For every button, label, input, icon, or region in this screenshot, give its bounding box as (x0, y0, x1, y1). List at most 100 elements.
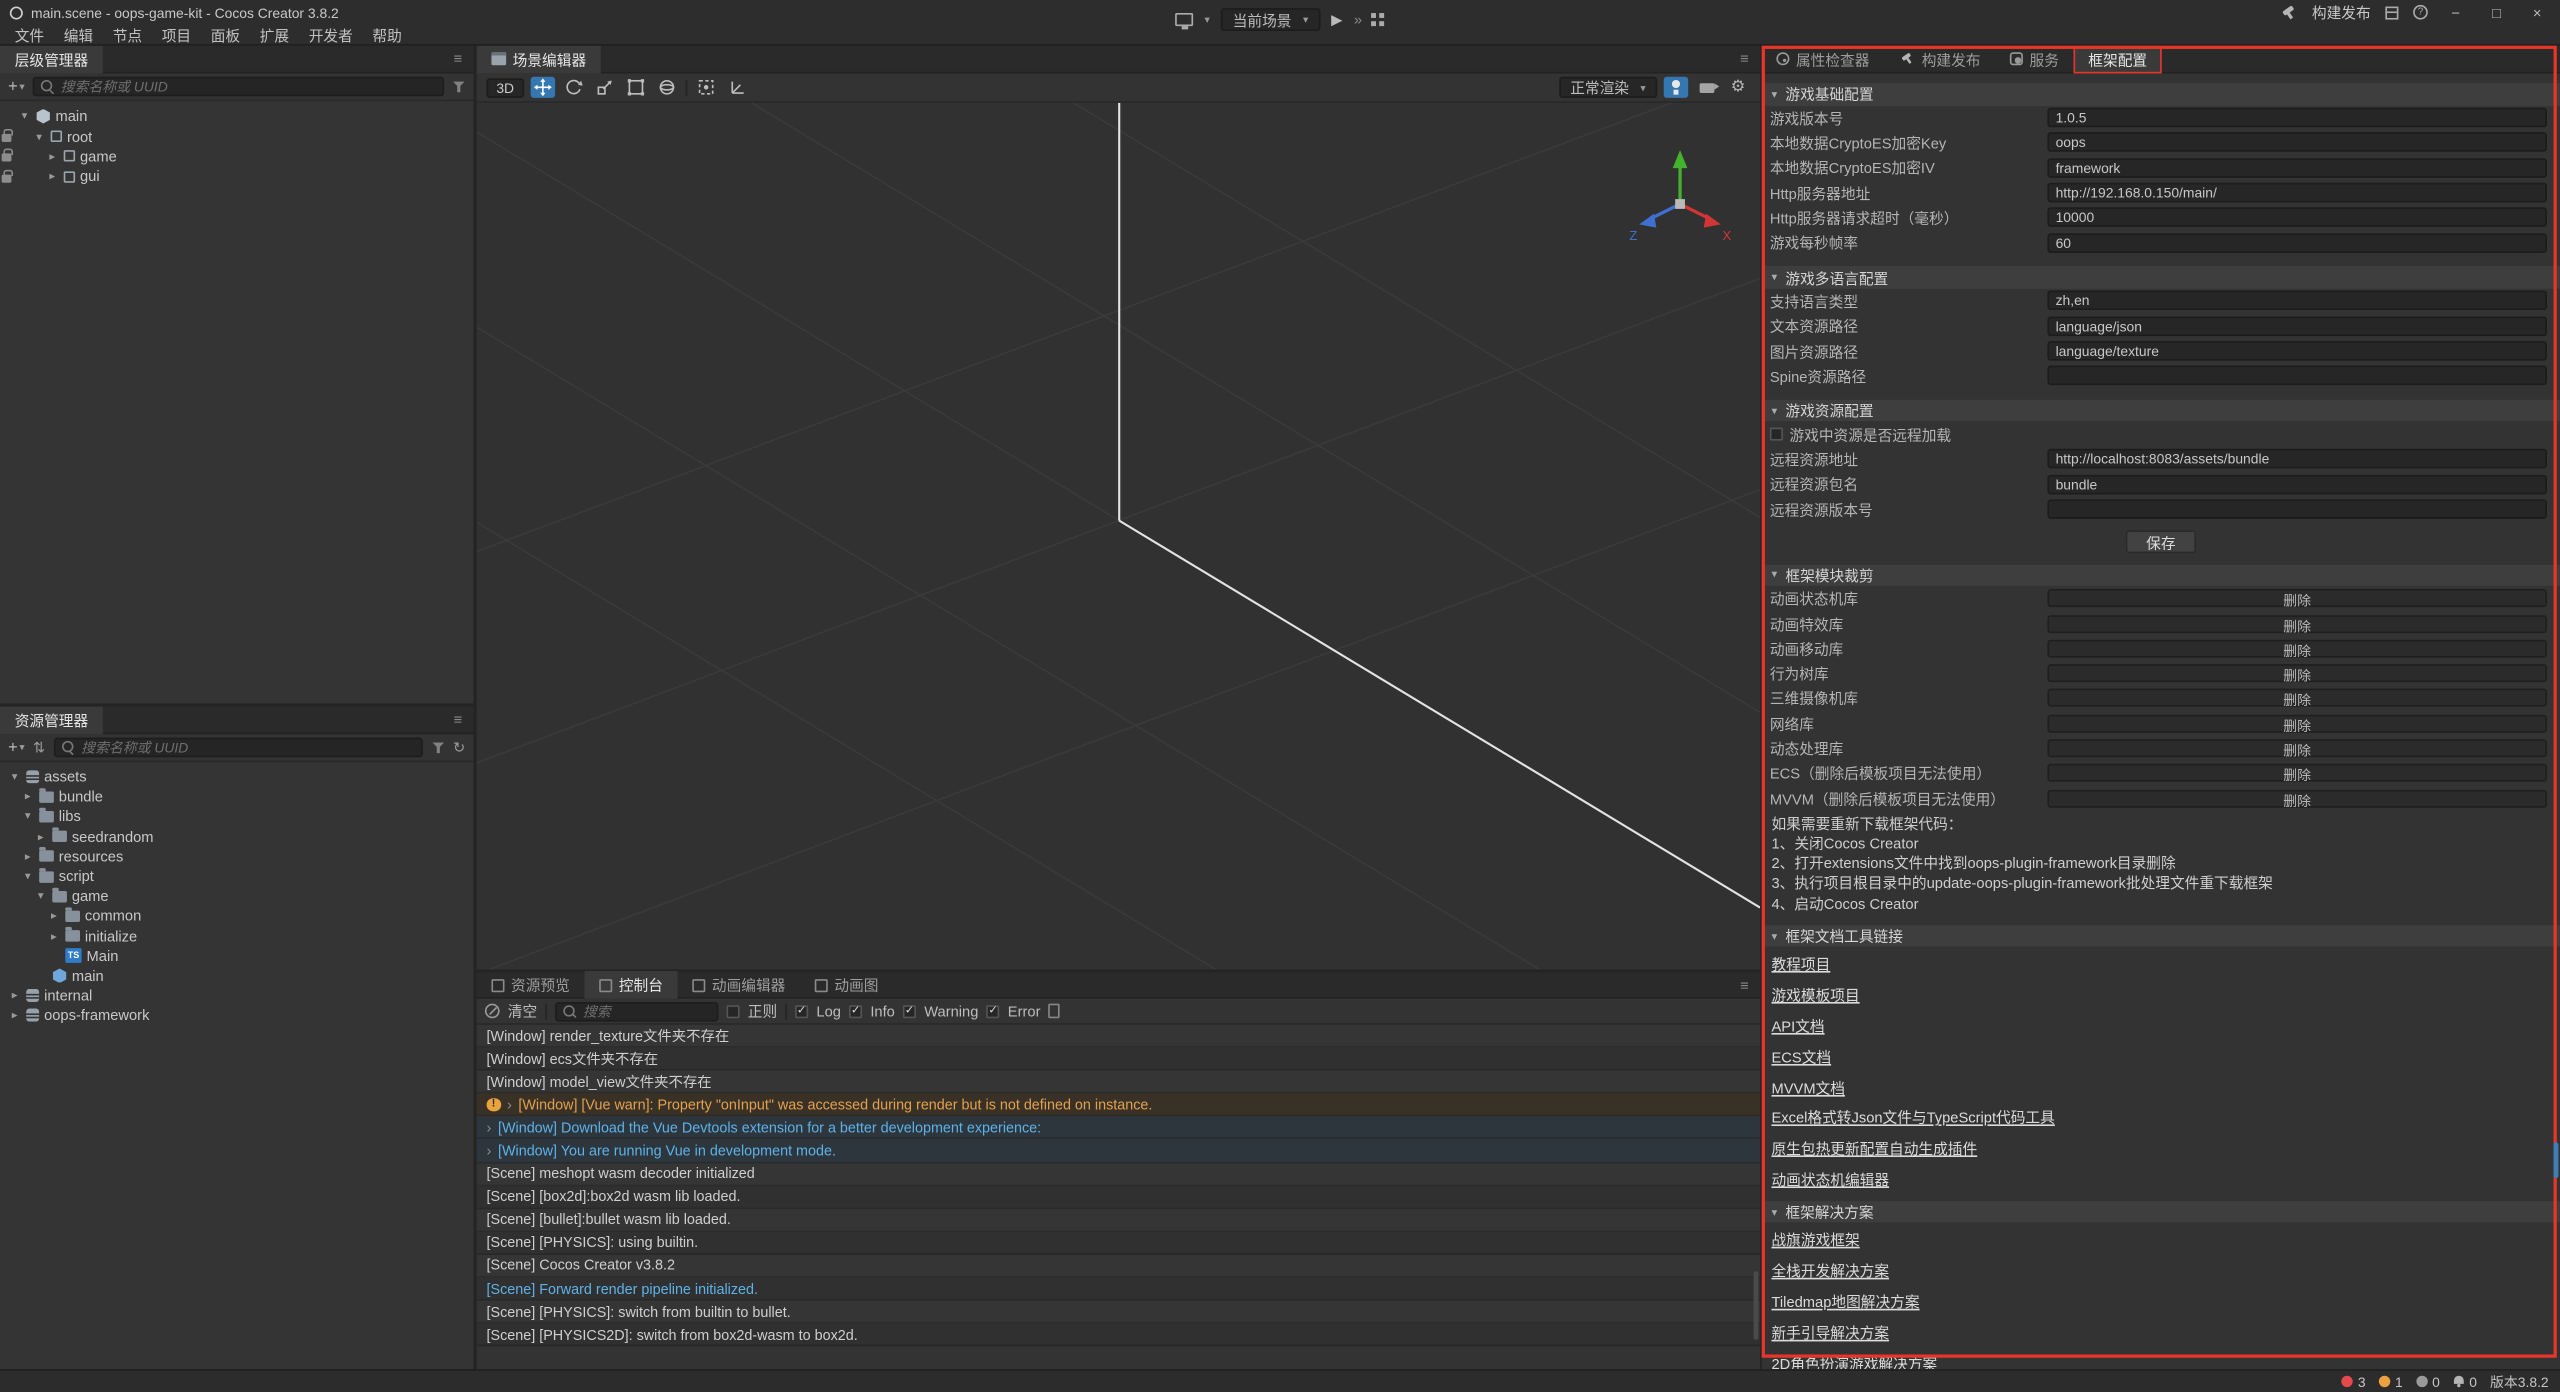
rect-tool-button[interactable] (623, 77, 647, 98)
menu-item-edit[interactable]: 编辑 (54, 24, 103, 45)
build-publish-button[interactable]: 构建发布 (2312, 2, 2371, 23)
package-icon[interactable] (2385, 6, 2398, 19)
section-basic-config[interactable]: ▾ 游戏基础配置 (1762, 83, 2560, 105)
help-icon[interactable]: ? (2413, 5, 2428, 20)
regex-checkbox[interactable] (727, 1004, 740, 1017)
info-count[interactable]: 0 (2416, 1373, 2440, 1389)
log-row[interactable]: [Scene] [box2d]:box2d wasm lib loaded. (477, 1186, 1760, 1209)
console-search-input[interactable] (583, 1003, 710, 1019)
log-row[interactable]: [Window] ecs文件夹不存在 (477, 1048, 1760, 1071)
delete-module-button[interactable]: 删除 (2047, 739, 2547, 757)
light-toggle-button[interactable] (1664, 77, 1688, 98)
collapse-arrow-icon[interactable]: ▸ (34, 830, 47, 843)
crypto-key-input[interactable] (2047, 133, 2547, 153)
section-solutions[interactable]: ▾ 框架解决方案 (1762, 1201, 2560, 1223)
link-template-project[interactable]: 游戏模板项目 (1771, 984, 1859, 1005)
hierarchy-node-gui[interactable]: ▸ gui (0, 167, 473, 187)
log-row[interactable]: › [Window] You are running Vue in develo… (477, 1140, 1760, 1163)
save-button[interactable]: 保存 (2127, 530, 2196, 553)
link-fullstack-solution[interactable]: 全栈开发解决方案 (1771, 1260, 1889, 1281)
asset-resources[interactable]: ▸ resources (0, 847, 473, 867)
clear-console-icon[interactable] (485, 1004, 500, 1019)
menu-item-help[interactable]: 帮助 (363, 24, 412, 45)
collapse-arrow-icon[interactable]: ▸ (46, 150, 59, 163)
link-hotupdate-plugin[interactable]: 原生包热更新配置自动生成插件 (1771, 1138, 1977, 1159)
minimize-button[interactable]: − (2443, 4, 2469, 20)
menu-item-developer[interactable]: 开发者 (299, 24, 363, 45)
expand-arrow-icon[interactable]: ▾ (21, 870, 34, 883)
collapse-arrow-icon[interactable]: ▸ (8, 989, 21, 1002)
hierarchy-node-game[interactable]: ▸ game (0, 147, 473, 167)
lock-icon[interactable] (2, 154, 12, 162)
hierarchy-node-main[interactable]: ▾ main (0, 106, 473, 126)
log-row[interactable]: [Scene] [bullet]:bullet wasm lib loaded. (477, 1209, 1760, 1232)
play-button[interactable]: ▶ (1331, 11, 1342, 29)
image-path-input[interactable] (2047, 341, 2547, 361)
tab-animation-graph[interactable]: 动画图 (800, 971, 893, 999)
scale-tool-button[interactable] (592, 77, 616, 98)
game-version-input[interactable] (2047, 108, 2547, 128)
log-row[interactable]: [Window] model_view文件夹不存在 (477, 1071, 1760, 1094)
warning-count[interactable]: 1 (2379, 1373, 2403, 1389)
maximize-button[interactable]: □ (2483, 4, 2509, 20)
panel-menu-icon[interactable]: ≡ (442, 51, 473, 67)
inspector-scrollbar[interactable] (2554, 1142, 2559, 1178)
preview-grid-icon[interactable] (1372, 13, 1385, 26)
asset-libs[interactable]: ▾ libs (0, 807, 473, 827)
tab-framework-config[interactable]: 框架配置 (2074, 45, 2162, 73)
warning-filter-checkbox[interactable]: ✓ (903, 1004, 916, 1017)
step-button[interactable]: » (1354, 11, 1361, 27)
link-tiledmap-solution[interactable]: Tiledmap地图解决方案 (1771, 1291, 1919, 1312)
text-path-input[interactable] (2047, 316, 2547, 336)
log-row-warning[interactable]: ! › [Window] [Vue warn]: Property "onInp… (477, 1094, 1760, 1117)
lock-icon[interactable] (2, 174, 12, 182)
asset-game[interactable]: ▾ game (0, 886, 473, 906)
panel-menu-icon[interactable]: ≡ (1729, 51, 1760, 67)
create-asset-button[interactable]: +▾ (8, 738, 25, 756)
build-hammer-icon[interactable] (2281, 4, 2297, 20)
delete-module-button[interactable]: 删除 (2047, 664, 2547, 682)
log-row[interactable]: [Window] render_texture文件夹不存在 (477, 1025, 1760, 1048)
expand-arrow-icon[interactable]: ▾ (21, 810, 34, 823)
console-scrollbar[interactable] (1754, 1271, 1759, 1340)
menu-item-panel[interactable]: 面板 (201, 24, 250, 45)
log-row[interactable]: [Scene] [PHYSICS2D]: switch from box2d-w… (477, 1324, 1760, 1347)
http-server-input[interactable] (2047, 183, 2547, 203)
tab-animation-editor[interactable]: 动画编辑器 (678, 971, 800, 999)
asset-main-scene[interactable]: main (0, 966, 473, 986)
section-resource-config[interactable]: ▾ 游戏资源配置 (1762, 400, 2560, 422)
error-count[interactable]: 3 (2342, 1373, 2366, 1389)
delete-module-button[interactable]: 删除 (2047, 714, 2547, 732)
remote-load-checkbox[interactable] (1770, 428, 1783, 441)
section-module-trim[interactable]: ▾ 框架模块裁剪 (1762, 564, 2560, 586)
preview-target-icon[interactable] (1175, 13, 1193, 26)
fps-input[interactable] (2047, 233, 2547, 253)
asset-internal[interactable]: ▸ internal (0, 986, 473, 1006)
coordinate-toggle-button[interactable] (725, 77, 749, 98)
hierarchy-node-root[interactable]: ▾ root (0, 126, 473, 146)
collapse-arrow-icon[interactable]: ▸ (46, 170, 59, 183)
pivot-toggle-button[interactable] (694, 77, 718, 98)
menu-item-extension[interactable]: 扩展 (250, 24, 299, 45)
delete-module-button[interactable]: 删除 (2047, 640, 2547, 658)
link-api-docs[interactable]: API文档 (1771, 1015, 1824, 1036)
http-timeout-input[interactable] (2047, 208, 2547, 228)
tab-console[interactable]: 控制台 (585, 971, 678, 999)
delete-module-button[interactable]: 删除 (2047, 689, 2547, 707)
remote-version-input[interactable] (2047, 499, 2547, 519)
delete-module-button[interactable]: 删除 (2047, 764, 2547, 782)
log-row[interactable]: › [Window] Download the Vue Devtools ext… (477, 1117, 1760, 1140)
assets-search-input[interactable] (81, 739, 415, 755)
expand-log-icon[interactable]: › (507, 1096, 512, 1112)
dimension-toggle-button[interactable]: 3D (487, 78, 524, 98)
collapse-arrow-icon[interactable]: ▸ (8, 1009, 21, 1022)
filter-icon[interactable] (432, 742, 445, 753)
log-row[interactable]: [Scene] meshopt wasm decoder initialized (477, 1163, 1760, 1186)
spine-path-input[interactable] (2047, 366, 2547, 386)
link-2d-rpg-solution[interactable]: 2D角色扮演游戏解决方案 (1771, 1352, 1937, 1369)
tab-scene-editor[interactable]: 场景编辑器 (477, 45, 601, 73)
log-filter-checkbox[interactable]: ✓ (795, 1004, 808, 1017)
collapse-arrow-icon[interactable]: ▸ (21, 790, 34, 803)
log-row[interactable]: [Scene] Forward render pipeline initiali… (477, 1278, 1760, 1301)
asset-main-ts[interactable]: TS Main (0, 946, 473, 966)
